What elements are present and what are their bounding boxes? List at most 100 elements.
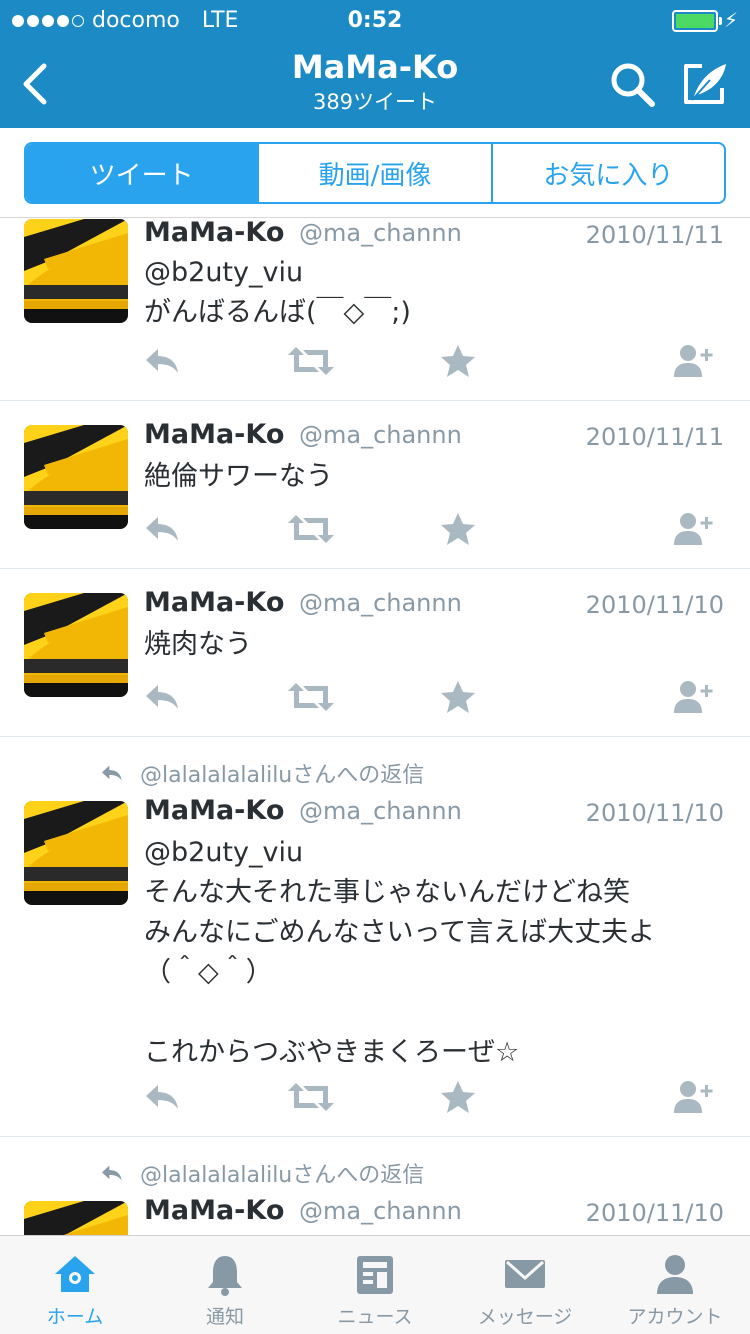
segmented-control: ツイート 動画/画像 お気に入り — [24, 142, 726, 204]
avatar[interactable] — [24, 593, 128, 697]
news-icon — [357, 1256, 393, 1294]
reply-icon — [102, 1165, 122, 1181]
favorite-button[interactable] — [438, 679, 478, 715]
tweet-item[interactable]: MaMa-Ko @ma_channn 2010/11/10 焼肉なう — [0, 569, 750, 737]
tweet-item[interactable]: MaMa-Ko @ma_channn 2010/11/11 @b2uty_viu… — [0, 219, 750, 401]
tweet-date: 2010/11/10 — [585, 799, 724, 827]
favorite-button[interactable] — [438, 343, 478, 379]
tweet-date: 2010/11/11 — [585, 423, 724, 451]
tab-notifications[interactable]: 通知 — [150, 1236, 300, 1334]
retweet-button[interactable] — [288, 343, 334, 379]
author-name: MaMa-Ko — [144, 419, 285, 450]
follow-button[interactable] — [672, 511, 716, 547]
tweet-text: 焼肉なう — [144, 625, 734, 665]
compose-button[interactable] — [680, 58, 730, 108]
reply-button[interactable] — [144, 1079, 184, 1115]
tweet-text-line: （＾◇＾） — [144, 957, 273, 988]
search-button[interactable] — [608, 60, 656, 108]
tweet-author: MaMa-Ko @ma_channn — [144, 1195, 462, 1226]
reply-button[interactable] — [144, 343, 184, 379]
tab-label: ニュース — [337, 1306, 413, 1328]
retweet-button[interactable] — [288, 1079, 334, 1115]
star-icon — [441, 1081, 475, 1113]
tweet-author: MaMa-Ko @ma_channn — [144, 795, 462, 826]
tweet-date: 2010/11/10 — [585, 1199, 724, 1227]
reply-context-text: @lalalalalaliluさんへの返信 — [140, 1163, 425, 1188]
car-avatar-image — [24, 593, 128, 697]
tweet-text-line — [144, 993, 734, 1033]
author-handle: @ma_channn — [298, 219, 462, 247]
car-avatar-image — [24, 1201, 128, 1235]
tweet-timeline[interactable]: MaMa-Ko @ma_channn 2010/11/11 @b2uty_viu… — [0, 219, 750, 1235]
follow-button[interactable] — [672, 679, 716, 715]
reply-button[interactable] — [144, 679, 184, 715]
avatar[interactable] — [24, 801, 128, 905]
reply-icon — [146, 517, 178, 541]
tweet-item[interactable]: MaMa-Ko @ma_channn 2010/11/11 絶倫サワーなう — [0, 401, 750, 569]
tweet-text-line: @b2uty_viu — [144, 837, 304, 868]
tweet-actions — [144, 679, 724, 715]
reply-context[interactable]: @lalalalalaliluさんへの返信 — [100, 1157, 424, 1189]
tweet-text: @b2uty_viu がんばるんば(￣◇￣;) — [144, 253, 734, 333]
car-avatar-image — [24, 801, 128, 905]
home-icon — [55, 1256, 95, 1292]
tweet-item[interactable]: @lalalalalaliluさんへの返信 MaMa-Ko @ma_channn… — [0, 737, 750, 1137]
star-icon — [441, 513, 475, 545]
reply-context-text: @lalalalalaliluさんへの返信 — [140, 763, 425, 788]
reply-icon — [102, 765, 122, 781]
tab-news[interactable]: ニュース — [300, 1236, 450, 1334]
tweet-text-line: みんなにごめんなさいって言えば大丈夫よ — [144, 917, 656, 948]
tweet-text: 絶倫サワーなう — [144, 457, 734, 497]
envelope-icon — [505, 1260, 545, 1288]
avatar[interactable] — [24, 425, 128, 529]
tweet-author: MaMa-Ko @ma_channn — [144, 587, 462, 618]
avatar[interactable] — [24, 1201, 128, 1235]
tweet-item[interactable]: @lalalalalaliluさんへの返信 MaMa-Ko @ma_channn… — [0, 1137, 750, 1235]
follow-button[interactable] — [672, 1079, 716, 1115]
tab-messages[interactable]: メッセージ — [450, 1236, 600, 1334]
author-name: MaMa-Ko — [144, 1195, 285, 1226]
segment-media[interactable]: 動画/画像 — [259, 144, 493, 202]
star-icon — [441, 345, 475, 377]
retweet-button[interactable] — [288, 679, 334, 715]
author-handle: @ma_channn — [298, 421, 462, 449]
tab-label: ホーム — [46, 1306, 104, 1328]
tweet-date: 2010/11/10 — [585, 591, 724, 619]
tweet-text-line: がんばるんば(￣◇￣;) — [144, 297, 411, 328]
tab-account[interactable]: アカウント — [600, 1236, 750, 1334]
tweet-text: @b2uty_viu そんな大それた事じゃないんだけどね笑 みんなにごめんなさい… — [144, 833, 734, 1073]
retweet-button[interactable] — [288, 511, 334, 547]
bottom-tab-bar: ホーム 通知 ニュース メッセージ アカウント — [0, 1235, 750, 1334]
add-user-icon — [674, 1081, 713, 1113]
retweet-icon — [288, 347, 334, 375]
author-handle: @ma_channn — [298, 797, 462, 825]
tab-label: メッセージ — [477, 1306, 573, 1328]
tweet-actions — [144, 343, 724, 379]
tweet-author: MaMa-Ko @ma_channn — [144, 419, 462, 450]
search-icon — [611, 63, 655, 107]
profile-tabs-bar: ツイート 動画/画像 お気に入り — [0, 128, 750, 218]
battery-icon — [672, 10, 722, 32]
favorite-button[interactable] — [438, 1079, 478, 1115]
tab-label: 通知 — [205, 1306, 244, 1328]
reply-button[interactable] — [144, 511, 184, 547]
favorite-button[interactable] — [438, 511, 478, 547]
navigation-bar: docomo LTE 0:52 ⚡ MaMa-Ko 389ツイート — [0, 0, 750, 128]
add-user-icon — [674, 681, 713, 713]
segment-favorites[interactable]: お気に入り — [493, 144, 724, 202]
author-handle: @ma_channn — [298, 1197, 462, 1225]
tweet-actions — [144, 1079, 724, 1115]
tweet-text-line: 絶倫サワーなう — [144, 461, 333, 492]
avatar[interactable] — [24, 219, 128, 323]
segment-tweets[interactable]: ツイート — [26, 144, 260, 202]
reply-icon — [146, 1085, 178, 1109]
tweet-author: MaMa-Ko @ma_channn — [144, 219, 462, 248]
follow-button[interactable] — [672, 343, 716, 379]
reply-context[interactable]: @lalalalalaliluさんへの返信 — [100, 757, 424, 789]
author-name: MaMa-Ko — [144, 219, 285, 248]
reply-icon — [146, 685, 178, 709]
bell-icon — [208, 1256, 242, 1296]
status-bar: docomo LTE 0:52 ⚡ — [0, 6, 750, 36]
tab-home[interactable]: ホーム — [0, 1236, 150, 1334]
retweet-icon — [288, 1083, 334, 1111]
